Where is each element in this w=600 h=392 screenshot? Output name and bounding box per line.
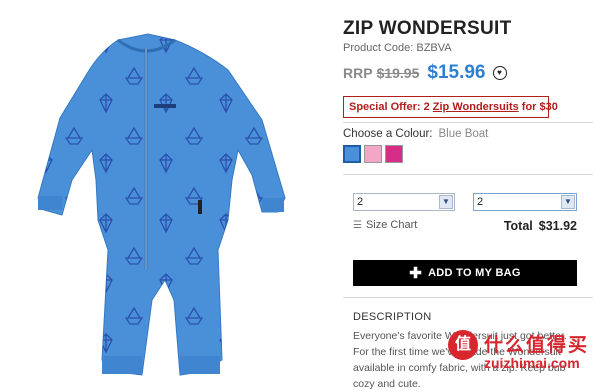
wishlist-heart-icon[interactable]: ♥	[492, 66, 507, 80]
description-title: DESCRIPTION	[353, 311, 432, 323]
size-select[interactable]: 2 ▼	[353, 193, 455, 211]
product-title: ZIP WONDERSUIT	[343, 18, 512, 39]
product-image	[0, 0, 330, 379]
offer-link[interactable]: Zip Wondersuits	[433, 101, 519, 113]
ruler-icon: ☰	[353, 220, 362, 231]
product-info-panel: ZIP WONDERSUIT Product Code: BZBVA RRP $…	[343, 0, 593, 390]
quantity-select[interactable]: 2 ▼	[473, 193, 577, 211]
colour-label-text: Choose a Colour:	[343, 128, 433, 140]
total: Total $31.92	[504, 219, 577, 233]
colour-label: Choose a Colour: Blue Boat	[343, 128, 488, 140]
size-chart-link[interactable]: ☰ Size Chart	[353, 219, 417, 231]
chevron-down-icon: ▼	[439, 195, 453, 209]
offer-suffix: for $30	[518, 101, 558, 113]
swatch-magenta[interactable]	[385, 145, 403, 163]
special-offer-banner: Special Offer: 2 Zip Wondersuits for $30	[343, 96, 558, 118]
swatch-blue[interactable]	[343, 145, 361, 163]
wondersuit-graphic	[37, 33, 286, 376]
price-row: RRP $19.95 $15.96 ♥	[343, 62, 507, 84]
quantity-select-value: 2	[477, 196, 484, 208]
site-watermark: 值 什么值得买 zuizhimai.com	[448, 328, 598, 376]
chevron-down-icon: ▼	[561, 195, 575, 209]
rrp-label: RRP	[343, 65, 373, 81]
watermark-site: zuizhimai.com	[484, 355, 580, 371]
colour-swatches	[343, 145, 403, 163]
divider	[343, 122, 593, 123]
swatch-pink[interactable]	[364, 145, 382, 163]
watermark-logo-icon: 值	[448, 330, 478, 360]
sale-price: $15.96	[427, 62, 486, 83]
size-select-value: 2	[357, 196, 364, 208]
watermark-name: 什么值得买	[484, 334, 590, 356]
rrp-price: $19.95	[376, 65, 420, 81]
total-label: Total	[503, 219, 533, 233]
product-code: Product Code: BZBVA	[343, 42, 452, 54]
offer-prefix: Special Offer: 2	[349, 101, 433, 113]
colour-value: Blue Boat	[438, 128, 489, 140]
size-chart-label: Size Chart	[365, 219, 418, 231]
plus-icon: ✚	[409, 264, 423, 282]
divider	[343, 174, 593, 175]
divider	[343, 297, 593, 298]
add-to-bag-button[interactable]: ✚ ADD TO MY BAG	[353, 260, 577, 286]
add-to-bag-label: ADD TO MY BAG	[428, 267, 521, 279]
total-value: $31.92	[538, 219, 577, 233]
